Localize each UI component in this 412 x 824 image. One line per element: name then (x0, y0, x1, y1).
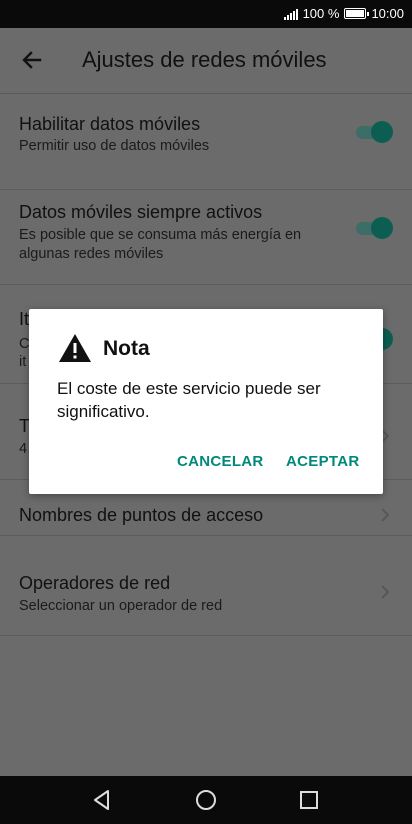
mobile-data-toggle[interactable] (354, 121, 393, 143)
always-on-toggle[interactable] (354, 217, 393, 239)
setting-title: Nombres de puntos de acceso (19, 505, 264, 525)
recents-square-icon[interactable] (297, 788, 321, 812)
signal-icon (283, 8, 298, 20)
accept-button[interactable]: ACEPTAR (286, 453, 360, 470)
battery-icon (344, 8, 370, 19)
setting-network-operators[interactable]: Operadores de red Seleccionar un operado… (0, 536, 412, 636)
home-circle-icon[interactable] (194, 788, 218, 812)
dialog-message: El coste de este servicio puede ser sign… (57, 379, 321, 421)
cancel-button[interactable]: CANCELAR (177, 453, 264, 470)
setting-subtitle: Seleccionar un operador de red (19, 598, 223, 614)
app-bar: Ajustes de redes móviles (0, 28, 412, 94)
clock: 10:00 (371, 6, 404, 21)
arrow-left-icon[interactable] (18, 46, 46, 74)
battery-percent: 100 % (302, 6, 340, 21)
back-triangle-icon[interactable] (90, 788, 114, 812)
status-icons: 100 % 10:00 (283, 6, 404, 21)
navigation-bar (0, 776, 412, 824)
page-title: Ajustes de redes móviles (82, 47, 327, 72)
dialog-title: Nota (103, 337, 150, 360)
setting-title: Datos móviles siempre activos (19, 202, 263, 222)
setting-title: Operadores de red (19, 573, 171, 593)
setting-title: It (19, 309, 30, 329)
setting-title: Habilitar datos móviles (19, 114, 201, 134)
note-dialog: Nota El coste de este servicio puede ser… (29, 309, 383, 494)
setting-subtitle: Es posible que se consuma más energía en… (19, 227, 302, 262)
chevron-right-icon (381, 585, 390, 599)
setting-always-on-mobile-data[interactable]: Datos móviles siempre activos Es posible… (0, 190, 412, 285)
chevron-right-icon (381, 508, 390, 522)
setting-subtitle: Permitir uso de datos móviles (19, 138, 210, 154)
warning-icon (59, 334, 91, 362)
status-bar: 100 % 10:00 (0, 0, 412, 28)
setting-enable-mobile-data[interactable]: Habilitar datos móviles Permitir uso de … (0, 94, 412, 190)
